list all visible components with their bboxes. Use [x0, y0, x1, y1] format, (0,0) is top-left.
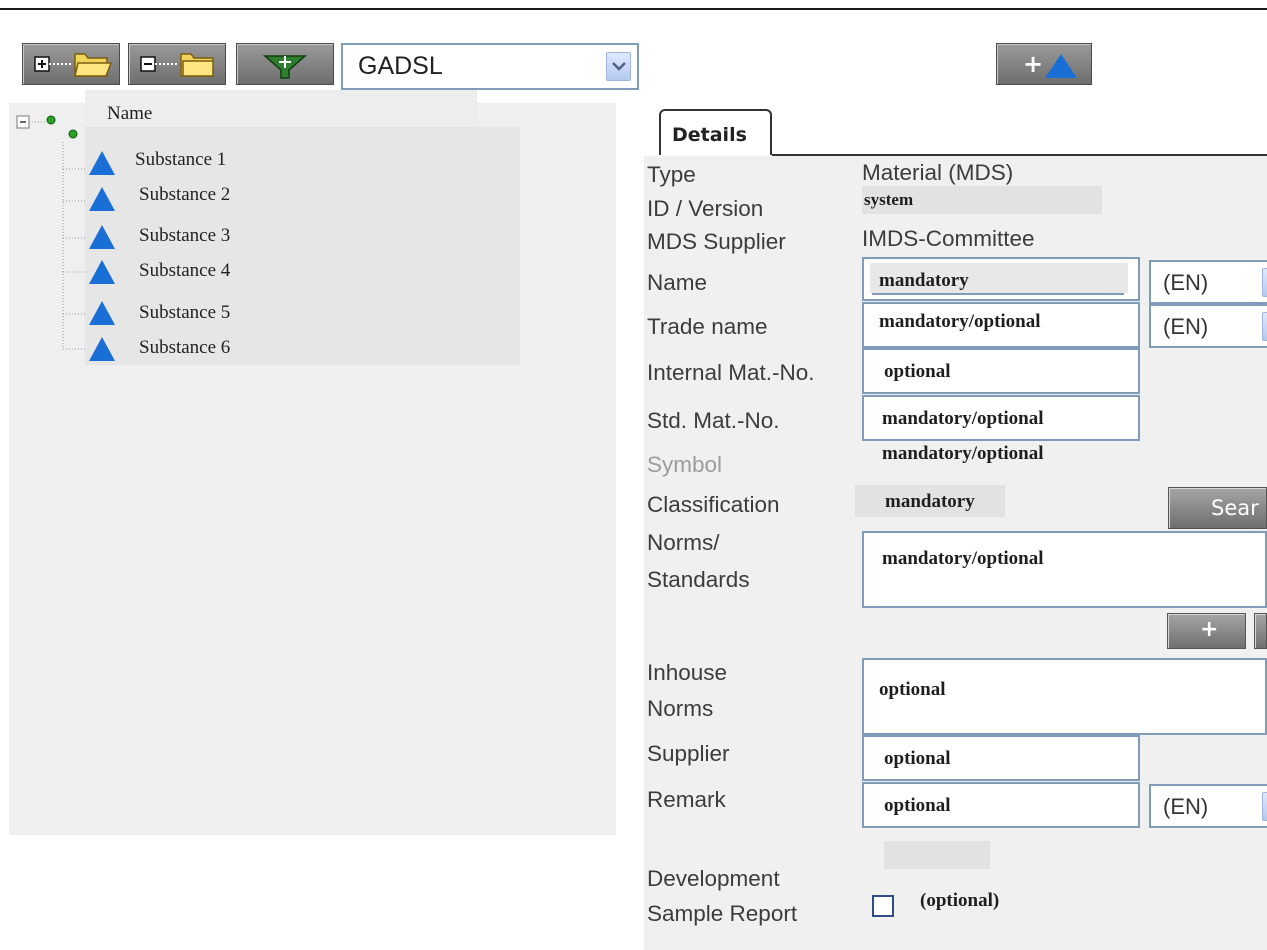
substance-triangle-icon — [89, 337, 115, 361]
norms-standards-label-1: Norms/ — [647, 530, 720, 555]
trade-name-language-select[interactable]: (EN) — [1149, 304, 1267, 348]
remark-label: Remark — [647, 787, 726, 812]
remark-language-value: (EN) — [1163, 794, 1209, 819]
tab-underline — [772, 154, 1267, 156]
substance-triangle-icon — [89, 187, 115, 211]
classification-search-label: Sear — [1211, 496, 1259, 520]
classification-label: Classification — [647, 492, 780, 517]
chevron-down-icon[interactable] — [1262, 312, 1267, 341]
chevron-down-icon[interactable] — [1262, 268, 1267, 297]
tree-item-substance-6[interactable]: Substance 6 — [139, 337, 230, 359]
substance-triangle-icon — [89, 225, 115, 249]
inhouse-norms-label-1: Inhouse — [647, 660, 728, 685]
internal-mat-no-label: Internal Mat.-No. — [647, 360, 815, 385]
development-sample-report-label-1: Development — [647, 866, 780, 891]
chevron-down-icon[interactable] — [606, 52, 631, 81]
remark-language-select[interactable]: (EN) — [1149, 784, 1267, 828]
add-substance-label: + — [1023, 50, 1044, 78]
empty-field — [884, 841, 990, 869]
type-label: Type — [647, 162, 696, 187]
norms-remove-button[interactable] — [1254, 613, 1267, 649]
norms-add-label: + — [1200, 617, 1219, 642]
tree-item-substance-3[interactable]: Substance 3 — [139, 225, 230, 247]
substance-triangle-icon — [89, 260, 115, 284]
filter-select[interactable]: GADSL — [341, 43, 639, 90]
name-label: Name — [647, 270, 708, 295]
trade-name-value: mandatory/optional — [879, 311, 1041, 332]
development-sample-report-value: (optional) — [920, 890, 1000, 911]
std-mat-no-label: Std. Mat.-No. — [647, 408, 780, 433]
norms-standards-label-2: Standards — [647, 567, 750, 592]
inhouse-norms-label-2: Norms — [647, 696, 714, 721]
chevron-down-icon[interactable] — [1262, 792, 1267, 821]
classification-search-button[interactable]: Sear — [1168, 487, 1267, 529]
name-value: mandatory — [879, 270, 969, 291]
remark-value: optional — [884, 795, 951, 816]
trade-name-label: Trade name — [647, 314, 768, 339]
symbol-label: Symbol — [647, 452, 723, 477]
development-sample-report-checkbox[interactable] — [872, 895, 894, 917]
type-value: Material (MDS) — [862, 160, 1014, 185]
expand-all-icon — [34, 53, 113, 77]
tree-item-substance-4[interactable]: Substance 4 — [139, 260, 230, 282]
collapse-all-button[interactable] — [128, 43, 226, 85]
internal-mat-no-value: optional — [884, 361, 951, 382]
add-substance-button[interactable]: + — [996, 43, 1092, 85]
tree-item-substance-1[interactable]: Substance 1 — [135, 149, 226, 171]
mds-supplier-label: MDS Supplier — [647, 229, 786, 254]
classification-value: mandatory — [885, 491, 975, 512]
id-version-value: system — [864, 190, 914, 209]
inhouse-norms-value: optional — [879, 679, 946, 700]
tree-root-toggle-icon[interactable] — [15, 106, 85, 356]
filter-button[interactable] — [236, 43, 334, 85]
substance-triangle-icon — [1045, 54, 1077, 78]
std-mat-no-value: mandatory/optional — [882, 408, 1044, 429]
substance-triangle-icon — [89, 301, 115, 325]
tree-header-name: Name — [107, 103, 153, 124]
tab-details-label: Details — [672, 124, 747, 146]
trade-name-language-value: (EN) — [1163, 314, 1209, 339]
tree-item-substance-2[interactable]: Substance 2 — [139, 184, 230, 206]
tab-details[interactable]: Details — [659, 109, 772, 155]
norms-add-button[interactable]: + — [1167, 613, 1246, 649]
expand-all-button[interactable] — [22, 43, 120, 85]
development-sample-report-label-2: Sample Report — [647, 901, 798, 926]
name-language-value: (EN) — [1163, 270, 1209, 295]
norms-standards-value: mandatory/optional — [882, 548, 1044, 569]
name-language-select[interactable]: (EN) — [1149, 260, 1267, 304]
filter-select-value: GADSL — [358, 52, 443, 80]
collapse-all-icon — [140, 53, 214, 77]
supplier-value: optional — [884, 748, 951, 769]
mds-supplier-value: IMDS-Committee — [862, 226, 1035, 251]
supplier-label: Supplier — [647, 741, 730, 766]
substance-triangle-icon — [89, 151, 115, 175]
filter-funnel-icon — [263, 55, 307, 79]
id-version-label: ID / Version — [647, 196, 764, 221]
top-border — [0, 8, 1267, 10]
tree-item-substance-5[interactable]: Substance 5 — [139, 302, 230, 324]
symbol-value: mandatory/optional — [882, 443, 1044, 464]
